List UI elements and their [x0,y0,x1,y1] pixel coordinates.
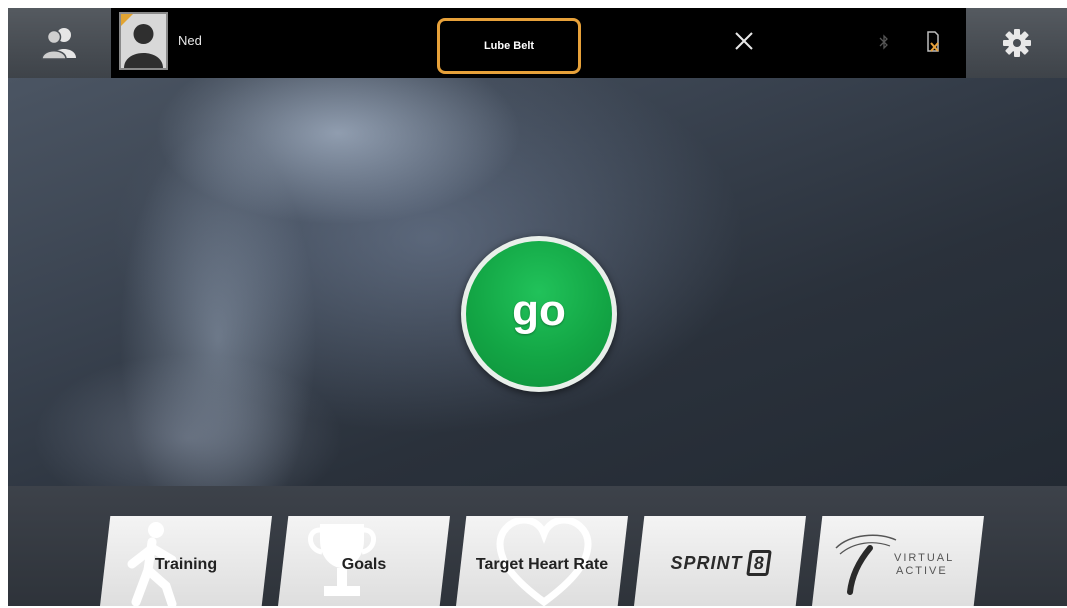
top-bar: Ned Lube Belt [8,8,1067,78]
gear-icon [1002,29,1031,57]
maintenance-notice-label: Lube Belt [483,40,535,52]
close-icon[interactable] [733,30,755,52]
go-button-ring: go [461,236,617,392]
hero-background: go [8,78,1067,486]
sd-card-warning-icon [927,31,939,52]
virtual-active-logo [835,534,897,595]
tile-sprint8[interactable]: SPRINT 8 [634,516,806,606]
switch-user-button[interactable] [8,8,111,78]
go-button[interactable]: go [466,241,612,387]
sprint8-text: SPRINT [670,552,743,573]
sprint8-badge: 8 [745,550,772,576]
bluetooth-icon [879,34,888,50]
user-name[interactable]: Ned [178,33,202,48]
tile-target-heart-rate-label: Target Heart Rate [475,556,609,573]
tile-target-heart-rate[interactable]: Target Heart Rate [456,516,628,606]
tile-virtual-active[interactable]: VIRTUAL ACTIVE [812,516,984,606]
status-bar: Ned Lube Belt [111,8,966,78]
go-label: go [512,286,566,335]
virtual-active-line1: VIRTUAL [894,552,955,564]
sprint8-logo: SPRINT 8 [634,550,806,576]
virtual-active-text: VIRTUAL ACTIVE [894,552,954,578]
tile-goals[interactable]: Goals [278,516,450,606]
avatar[interactable] [119,12,168,70]
tile-goals-label: Goals [341,556,387,573]
users-icon [40,28,76,60]
settings-button[interactable] [966,8,1067,78]
virtual-active-line2: ACTIVE [896,565,948,577]
tile-training-label: Training [154,556,218,573]
app-frame: Ned Lube Belt go Training Goals Target H… [8,8,1067,606]
tile-training[interactable]: Training [100,516,272,606]
maintenance-notice-button[interactable]: Lube Belt [437,18,581,74]
program-tiles-bar: Training Goals Target Heart Rate SPRINT … [8,486,1067,606]
